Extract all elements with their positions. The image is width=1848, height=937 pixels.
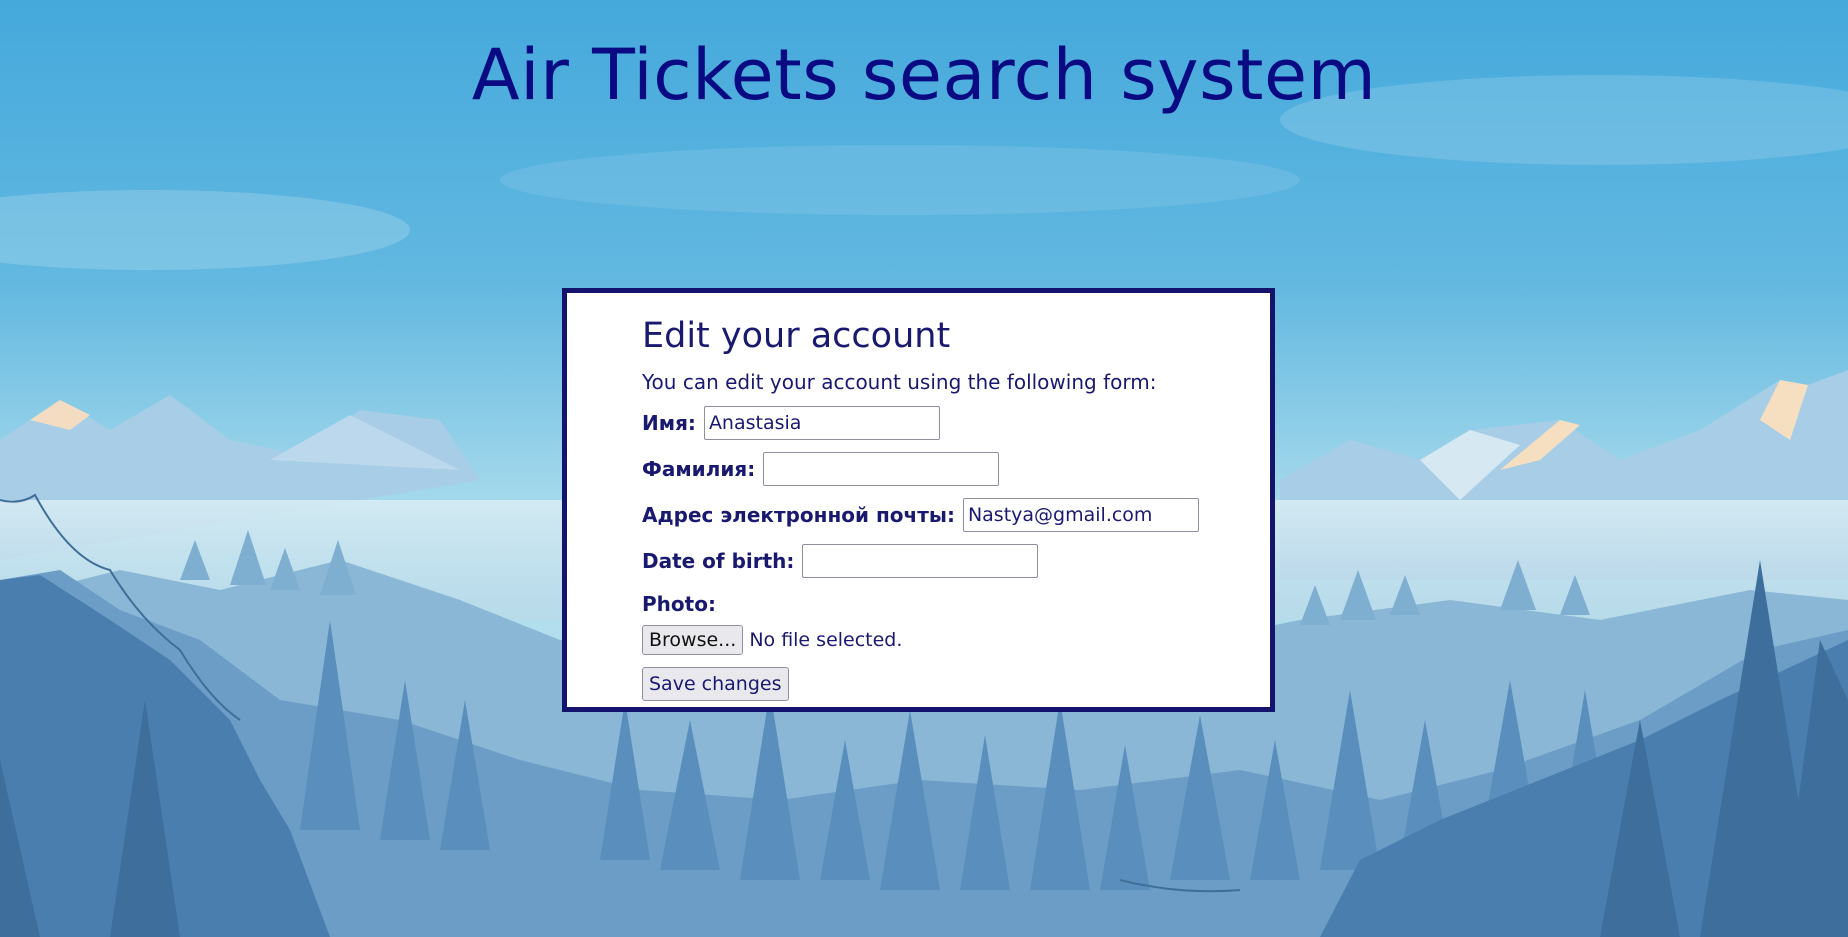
photo-file-picker: Browse... No file selected. <box>642 625 1250 655</box>
save-changes-button[interactable]: Save changes <box>642 667 789 701</box>
birth-date-label: Date of birth: <box>642 549 795 573</box>
form-intro: You can edit your account using the foll… <box>642 370 1157 394</box>
file-status-text: No file selected. <box>749 629 903 651</box>
birth-date-input[interactable] <box>802 544 1039 578</box>
email-input[interactable] <box>962 498 1199 532</box>
photo-label: Photo: <box>642 592 716 616</box>
first-name-row: Имя: <box>642 405 1250 441</box>
last-name-input[interactable] <box>763 452 1000 486</box>
birth-date-row: Date of birth: <box>642 543 1250 579</box>
first-name-label: Имя: <box>642 411 696 435</box>
first-name-input[interactable] <box>703 406 940 440</box>
form-heading: Edit your account <box>642 316 951 356</box>
edit-account-form: Edit your account You can edit your acco… <box>642 313 1250 701</box>
last-name-label: Фамилия: <box>642 457 756 481</box>
email-row: Адрес электронной почты: <box>642 497 1250 533</box>
edit-account-card: Edit your account You can edit your acco… <box>562 288 1275 712</box>
email-label: Адрес электронной почты: <box>642 503 955 527</box>
browse-button[interactable]: Browse... <box>642 625 744 655</box>
last-name-row: Фамилия: <box>642 451 1250 487</box>
site-title: Air Tickets search system <box>471 34 1377 116</box>
save-row: Save changes <box>642 667 1250 701</box>
